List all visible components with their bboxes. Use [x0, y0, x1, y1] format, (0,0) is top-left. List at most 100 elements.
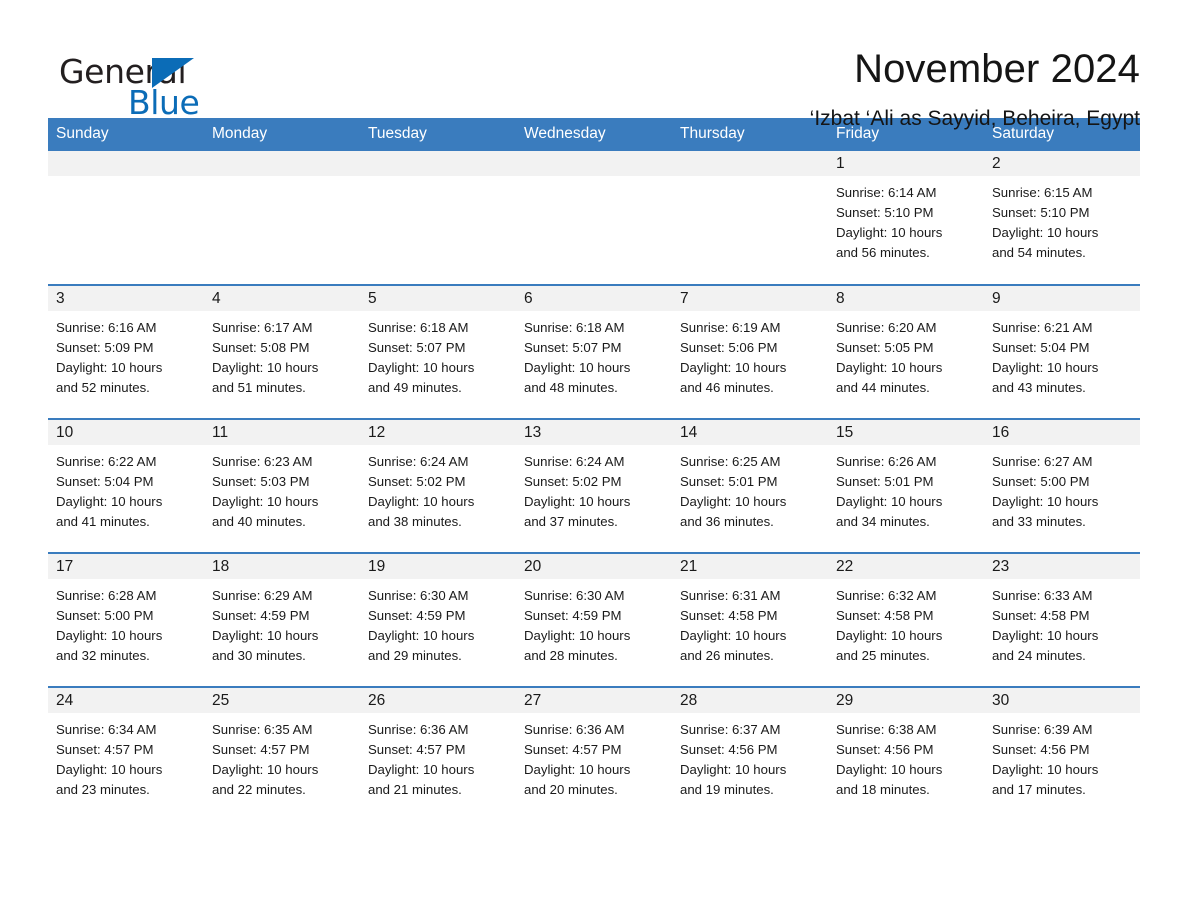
daylight-text-cont: and 37 minutes. [524, 514, 618, 529]
day-number: 17 [48, 554, 204, 579]
sunset-text: Sunset: 5:05 PM [836, 340, 934, 355]
sunset-text: Sunset: 5:02 PM [368, 474, 466, 489]
sunrise-text: Sunrise: 6:18 AM [524, 320, 625, 335]
daylight-text-cont: and 24 minutes. [992, 648, 1086, 663]
day-cell-9[interactable]: 9 Sunrise: 6:21 AM Sunset: 5:04 PM Daylight… [984, 285, 1140, 420]
day-cell-empty [48, 151, 204, 286]
daylight-text-cont: and 49 minutes. [368, 380, 462, 395]
day-number: 6 [516, 286, 672, 311]
day-details: Sunrise: 6:38 AM Sunset: 4:56 PM Daylight:… [828, 713, 984, 800]
day-cell-25[interactable]: 25 Sunrise: 6:35 AM Sunset: 4:57 PM Dayligh… [204, 687, 360, 821]
sunset-text: Sunset: 4:57 PM [368, 742, 466, 757]
day-cell-5[interactable]: 5 Sunrise: 6:18 AM Sunset: 5:07 PM Daylight… [360, 285, 516, 420]
calendar-week-row: 10 Sunrise: 6:22 AM Sunset: 5:04 PM Dayligh… [48, 419, 1140, 554]
sunrise-text: Sunrise: 6:30 AM [368, 588, 469, 603]
day-cell-6[interactable]: 6 Sunrise: 6:18 AM Sunset: 5:07 PM Daylight… [516, 285, 672, 420]
sunrise-text: Sunrise: 6:36 AM [524, 722, 625, 737]
sunset-text: Sunset: 4:56 PM [992, 742, 1090, 757]
sunrise-text: Sunrise: 6:30 AM [524, 588, 625, 603]
day-details: Sunrise: 6:22 AM Sunset: 5:04 PM Daylight:… [48, 445, 204, 532]
day-number: 26 [360, 688, 516, 713]
day-number: 24 [48, 688, 204, 713]
day-cell-1[interactable]: 1 Sunrise: 6:14 AM Sunset: 5:10 PM Daylight… [828, 151, 984, 286]
sunset-text: Sunset: 5:06 PM [680, 340, 778, 355]
day-cell-17[interactable]: 17 Sunrise: 6:28 AM Sunset: 5:00 PM Dayligh… [48, 553, 204, 688]
day-number [360, 151, 516, 176]
day-cell-16[interactable]: 16 Sunrise: 6:27 AM Sunset: 5:00 PM Dayligh… [984, 419, 1140, 554]
sunrise-text: Sunrise: 6:27 AM [992, 454, 1093, 469]
daylight-text-cont: and 56 minutes. [836, 245, 930, 260]
day-details: Sunrise: 6:35 AM Sunset: 4:57 PM Daylight:… [204, 713, 360, 800]
day-cell-18[interactable]: 18 Sunrise: 6:29 AM Sunset: 4:59 PM Dayligh… [204, 553, 360, 688]
sunrise-text: Sunrise: 6:32 AM [836, 588, 937, 603]
day-cell-30[interactable]: 30 Sunrise: 6:39 AM Sunset: 4:56 PM Dayligh… [984, 687, 1140, 821]
sunset-text: Sunset: 5:07 PM [524, 340, 622, 355]
day-number: 27 [516, 688, 672, 713]
day-number: 5 [360, 286, 516, 311]
day-details: Sunrise: 6:31 AM Sunset: 4:58 PM Daylight:… [672, 579, 828, 666]
day-cell-2[interactable]: 2 Sunrise: 6:15 AM Sunset: 5:10 PM Daylight… [984, 151, 1140, 286]
day-cell-27[interactable]: 27 Sunrise: 6:36 AM Sunset: 4:57 PM Dayligh… [516, 687, 672, 821]
sunset-text: Sunset: 4:57 PM [524, 742, 622, 757]
daylight-text: Daylight: 10 hours [56, 494, 163, 509]
sunrise-text: Sunrise: 6:17 AM [212, 320, 313, 335]
sunrise-text: Sunrise: 6:24 AM [368, 454, 469, 469]
day-cell-29[interactable]: 29 Sunrise: 6:38 AM Sunset: 4:56 PM Dayligh… [828, 687, 984, 821]
sunset-text: Sunset: 5:08 PM [212, 340, 310, 355]
daylight-text-cont: and 54 minutes. [992, 245, 1086, 260]
day-cell-4[interactable]: 4 Sunrise: 6:17 AM Sunset: 5:08 PM Daylight… [204, 285, 360, 420]
day-details: Sunrise: 6:17 AM Sunset: 5:08 PM Daylight:… [204, 311, 360, 398]
daylight-text-cont: and 17 minutes. [992, 782, 1086, 797]
daylight-text-cont: and 26 minutes. [680, 648, 774, 663]
daylight-text-cont: and 29 minutes. [368, 648, 462, 663]
day-cell-14[interactable]: 14 Sunrise: 6:25 AM Sunset: 5:01 PM Dayligh… [672, 419, 828, 554]
day-number: 16 [984, 420, 1140, 445]
daylight-text-cont: and 51 minutes. [212, 380, 306, 395]
sunrise-text: Sunrise: 6:19 AM [680, 320, 781, 335]
sunset-text: Sunset: 4:58 PM [836, 608, 934, 623]
day-number: 29 [828, 688, 984, 713]
day-cell-10[interactable]: 10 Sunrise: 6:22 AM Sunset: 5:04 PM Dayligh… [48, 419, 204, 554]
daylight-text: Daylight: 10 hours [992, 494, 1099, 509]
day-cell-7[interactable]: 7 Sunrise: 6:19 AM Sunset: 5:06 PM Daylight… [672, 285, 828, 420]
day-cell-8[interactable]: 8 Sunrise: 6:20 AM Sunset: 5:05 PM Daylight… [828, 285, 984, 420]
day-details: Sunrise: 6:16 AM Sunset: 5:09 PM Daylight:… [48, 311, 204, 398]
day-cell-20[interactable]: 20 Sunrise: 6:30 AM Sunset: 4:59 PM Dayligh… [516, 553, 672, 688]
daylight-text-cont: and 36 minutes. [680, 514, 774, 529]
day-cell-19[interactable]: 19 Sunrise: 6:30 AM Sunset: 4:59 PM Dayligh… [360, 553, 516, 688]
daylight-text-cont: and 22 minutes. [212, 782, 306, 797]
daylight-text: Daylight: 10 hours [368, 762, 475, 777]
day-cell-21[interactable]: 21 Sunrise: 6:31 AM Sunset: 4:58 PM Dayligh… [672, 553, 828, 688]
day-number: 13 [516, 420, 672, 445]
sunrise-text: Sunrise: 6:34 AM [56, 722, 157, 737]
sunset-text: Sunset: 5:00 PM [992, 474, 1090, 489]
day-cell-28[interactable]: 28 Sunrise: 6:37 AM Sunset: 4:56 PM Dayligh… [672, 687, 828, 821]
weekday-header-wednesday: Wednesday [516, 118, 672, 151]
day-details: Sunrise: 6:30 AM Sunset: 4:59 PM Daylight:… [516, 579, 672, 666]
day-cell-24[interactable]: 24 Sunrise: 6:34 AM Sunset: 4:57 PM Dayligh… [48, 687, 204, 821]
day-details: Sunrise: 6:32 AM Sunset: 4:58 PM Daylight:… [828, 579, 984, 666]
day-details: Sunrise: 6:20 AM Sunset: 5:05 PM Daylight:… [828, 311, 984, 398]
day-cell-3[interactable]: 3 Sunrise: 6:16 AM Sunset: 5:09 PM Daylight… [48, 285, 204, 420]
sunset-text: Sunset: 4:57 PM [212, 742, 310, 757]
day-cell-22[interactable]: 22 Sunrise: 6:32 AM Sunset: 4:58 PM Dayligh… [828, 553, 984, 688]
sunrise-text: Sunrise: 6:20 AM [836, 320, 937, 335]
daylight-text: Daylight: 10 hours [836, 762, 943, 777]
daylight-text-cont: and 33 minutes. [992, 514, 1086, 529]
sunrise-text: Sunrise: 6:28 AM [56, 588, 157, 603]
sunset-text: Sunset: 4:58 PM [992, 608, 1090, 623]
page-title: November 2024 [854, 47, 1140, 91]
sunrise-text: Sunrise: 6:22 AM [56, 454, 157, 469]
sunset-text: Sunset: 5:01 PM [836, 474, 934, 489]
day-cell-13[interactable]: 13 Sunrise: 6:24 AM Sunset: 5:02 PM Dayligh… [516, 419, 672, 554]
day-cell-23[interactable]: 23 Sunrise: 6:33 AM Sunset: 4:58 PM Dayligh… [984, 553, 1140, 688]
daylight-text-cont: and 18 minutes. [836, 782, 930, 797]
day-cell-26[interactable]: 26 Sunrise: 6:36 AM Sunset: 4:57 PM Dayligh… [360, 687, 516, 821]
day-cell-15[interactable]: 15 Sunrise: 6:26 AM Sunset: 5:01 PM Dayligh… [828, 419, 984, 554]
day-cell-11[interactable]: 11 Sunrise: 6:23 AM Sunset: 5:03 PM Dayligh… [204, 419, 360, 554]
generalblue-logo[interactable]: General Blue [48, 46, 248, 122]
daylight-text: Daylight: 10 hours [56, 360, 163, 375]
day-cell-12[interactable]: 12 Sunrise: 6:24 AM Sunset: 5:02 PM Dayligh… [360, 419, 516, 554]
day-cell-empty [672, 151, 828, 286]
sunset-text: Sunset: 5:04 PM [56, 474, 154, 489]
